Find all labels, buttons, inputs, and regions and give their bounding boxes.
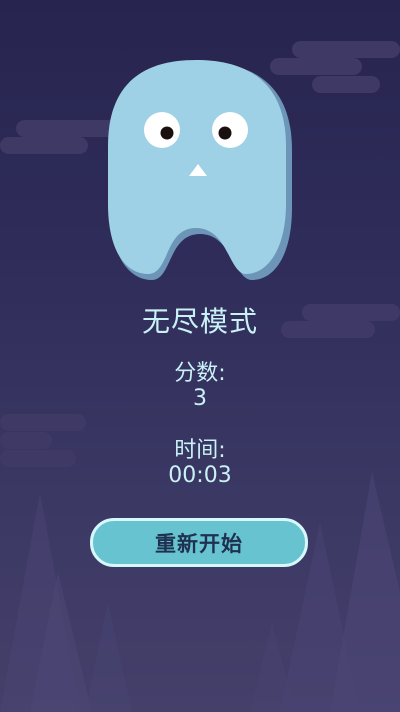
mode-title: 无尽模式 [141, 305, 258, 338]
right-eye [212, 112, 248, 148]
ghost-character [100, 58, 300, 283]
cloud [0, 137, 88, 154]
restart-button[interactable]: 重新开始 [90, 518, 308, 567]
score-value: 3 [193, 386, 207, 411]
time-value: 00:03 [168, 463, 232, 488]
background-spikes [0, 472, 400, 712]
game-scene: 无尽模式 分数: 3 时间: 00:03 重新开始 [0, 0, 400, 712]
cloud [312, 76, 380, 93]
cloud [292, 41, 400, 58]
cloud [0, 414, 86, 431]
left-eye [144, 112, 180, 148]
time-label: 时间: [174, 438, 226, 463]
score-label: 分数: [174, 361, 226, 386]
